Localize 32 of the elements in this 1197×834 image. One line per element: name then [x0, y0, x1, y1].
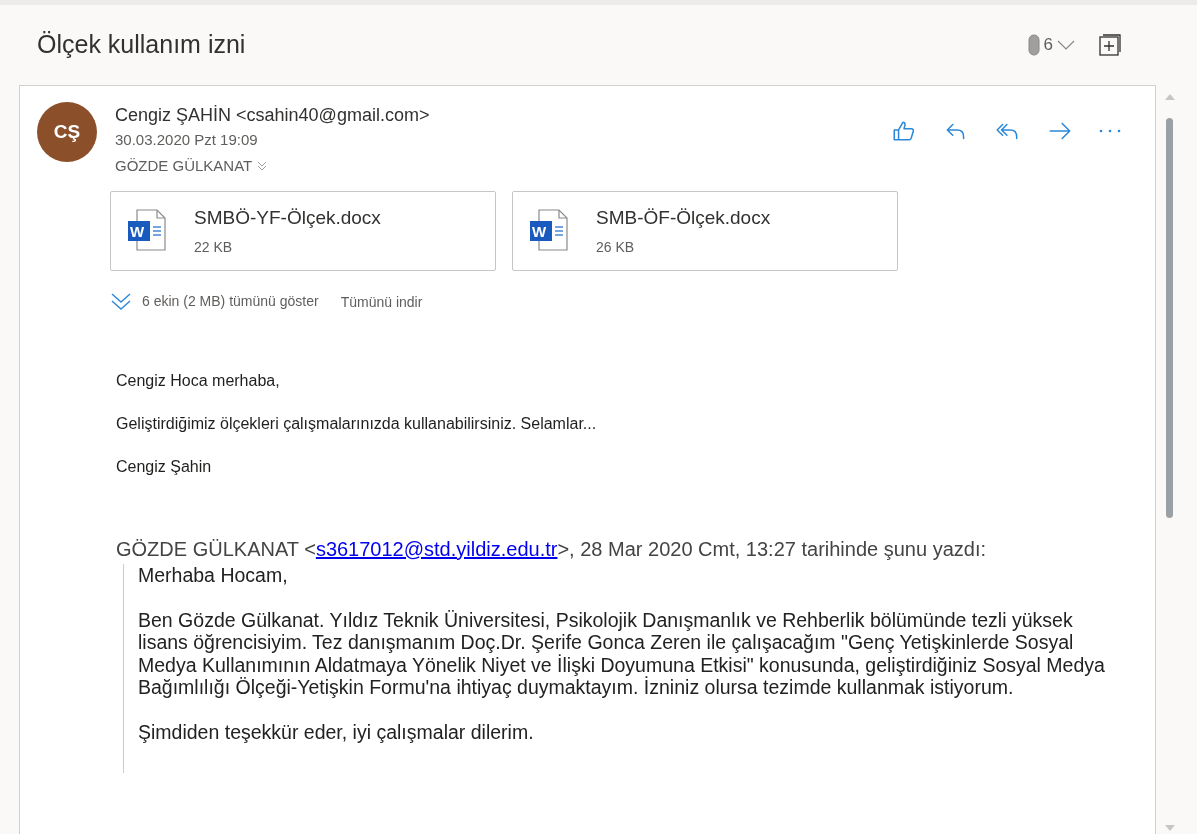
scroll-up-icon [1165, 94, 1175, 100]
double-chevron-icon [256, 159, 269, 172]
scrollbar-thumb[interactable] [1166, 118, 1173, 518]
attachment-size: 26 KB [596, 237, 636, 257]
message-text: Cengiz Hoca merhaba, [116, 371, 281, 391]
sender-avatar: CŞ [37, 102, 97, 162]
plus-square-icon [1099, 34, 1121, 56]
message-text: Geliştirdiğimiz ölçekleri çalışmalarınızda kullanabilirsiniz. Selamlar... [116, 414, 598, 434]
expand-button[interactable] [1099, 34, 1121, 56]
attachment-count-button[interactable]: 6 [1027, 32, 1075, 58]
attachment-name: SMB-ÖF-Ölçek.docx [596, 206, 771, 230]
show-all-attachments-button[interactable]: 6 ekin (2 MB) tümünü göster [110, 290, 319, 312]
chevron-down-icon [1057, 39, 1075, 51]
attachment-size: 22 KB [194, 237, 234, 257]
scroll-down-icon [1165, 825, 1175, 831]
download-all-button[interactable]: Tümünü indir [340, 292, 423, 313]
recipient-button[interactable]: GÖZDE GÜLKANAT [115, 154, 269, 177]
paperclip-icon [1027, 34, 1040, 56]
quoted-paragraph: Merhaba Hocam, [138, 564, 289, 587]
attachment-name: SMBÖ-YF-Ölçek.docx [194, 206, 381, 230]
email-link[interactable]: s3617012@std.yildiz.edu.tr [315, 538, 558, 560]
quoted-paragraph: Şimdiden teşekkür eder, iyi çalışmalar dilerim. [138, 720, 535, 743]
email-subject: Ölçek kullanım izni [37, 29, 247, 61]
double-chevron-down-icon [110, 291, 132, 311]
more-icon [1099, 129, 1121, 133]
message-text: Cengiz Şahin [116, 457, 213, 477]
sender-name: Cengiz ŞAHİN <csahin40@gmail.com> [115, 104, 431, 127]
attachment-card[interactable]: W SMBÖ-YF-Ölçek.docx 22 KB [110, 191, 496, 271]
sent-date: 30.03.2020 Pzt 19:09 [115, 130, 259, 150]
quoted-paragraph: Ben Gözde Gülkanat. Yıldız Teknik Üniversitesi, Psikolojik Danışmanlık ve Rehberlik bölümünde tezli yüksek lisans öğrencisiyim. Tez danışmanım Doç.Dr. Şerife Gonca Zeren ile çalışacağım "Genç Yetişkinlerde Sosyal Medya Kullanımının Aldatmaya Yönelik Niyet ve İlişki Doyumuna Etkisi" konusunda, geliştirdiğiniz Sosyal Medya Bağımlılığı Ölçeği-Yetişkin Formu'na ihtiyaç duymaktayım. İzniniz olursa tezimde kullanmak istiyorum. [138, 608, 1106, 699]
quote-header: GÖZDE GÜLKANAT <s3617012@std.yildiz.edu.tr>, 28 Mar 2020 Cmt, 13:27 tarihinde şunu yazdı: [116, 537, 988, 562]
attachment-card[interactable]: W SMB-ÖF-Ölçek.docx 26 KB [512, 191, 898, 271]
